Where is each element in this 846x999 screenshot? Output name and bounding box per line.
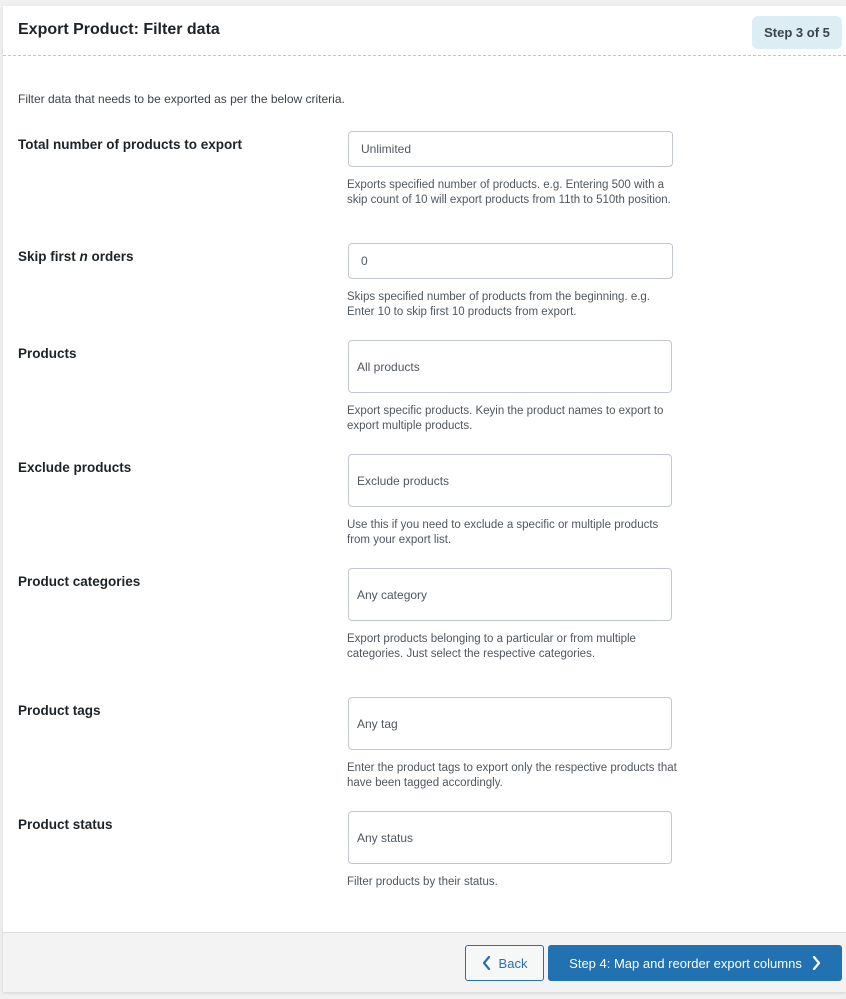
next-step-button[interactable]: Step 4: Map and reorder export columns xyxy=(548,945,842,981)
export-filter-card: Export Product: Filter data Step 3 of 5 … xyxy=(3,6,846,992)
skip-label-n: n xyxy=(79,249,88,264)
products-label: Products xyxy=(18,346,77,361)
back-button-label: Back xyxy=(498,955,528,971)
product-status-select[interactable]: Any status xyxy=(348,811,672,864)
product-tags-select[interactable]: Any tag xyxy=(348,697,672,750)
exclude-products-select[interactable]: Exclude products xyxy=(348,454,672,507)
skip-label-suffix: orders xyxy=(87,249,134,264)
exclude-products-help: Use this if you need to exclude a specif… xyxy=(347,519,659,546)
exclude-products-label: Exclude products xyxy=(18,460,132,475)
products-help: Export specific products. Keyin the prod… xyxy=(347,405,664,432)
total-products-input[interactable]: Unlimited xyxy=(348,131,673,167)
product-status-help: Filter products by their status. xyxy=(347,876,498,888)
skip-label-text: Skip first xyxy=(18,249,80,264)
step-badge: Step 3 of 5 xyxy=(752,16,842,49)
total-products-label: Total number of products to export xyxy=(18,137,242,152)
product-status-label: Product status xyxy=(18,817,113,832)
chevron-right-icon xyxy=(812,956,820,970)
back-button[interactable]: Back xyxy=(465,945,544,981)
products-select[interactable]: All products xyxy=(348,340,672,393)
skip-first-label: Skip first n orders xyxy=(18,249,134,264)
product-categories-help: Export products belonging to a particula… xyxy=(347,633,636,660)
product-tags-help: Enter the product tags to export only th… xyxy=(347,762,677,789)
total-products-help: Exports specified number of products. e.… xyxy=(347,179,671,206)
card-header: Export Product: Filter data Step 3 of 5 xyxy=(3,6,846,56)
skip-first-input[interactable]: 0 xyxy=(348,243,673,279)
product-categories-select[interactable]: Any category xyxy=(348,568,672,621)
product-categories-label: Product categories xyxy=(18,574,141,589)
skip-first-help: Skips specified number of products from … xyxy=(347,291,651,318)
page-title: Export Product: Filter data xyxy=(18,21,220,38)
card-footer: Back Step 4: Map and reorder export colu… xyxy=(3,932,846,992)
next-step-button-label: Step 4: Map and reorder export columns xyxy=(569,955,802,971)
chevron-left-icon xyxy=(482,956,490,970)
product-tags-label: Product tags xyxy=(18,703,101,718)
intro-text: Filter data that needs to be exported as… xyxy=(18,92,345,106)
